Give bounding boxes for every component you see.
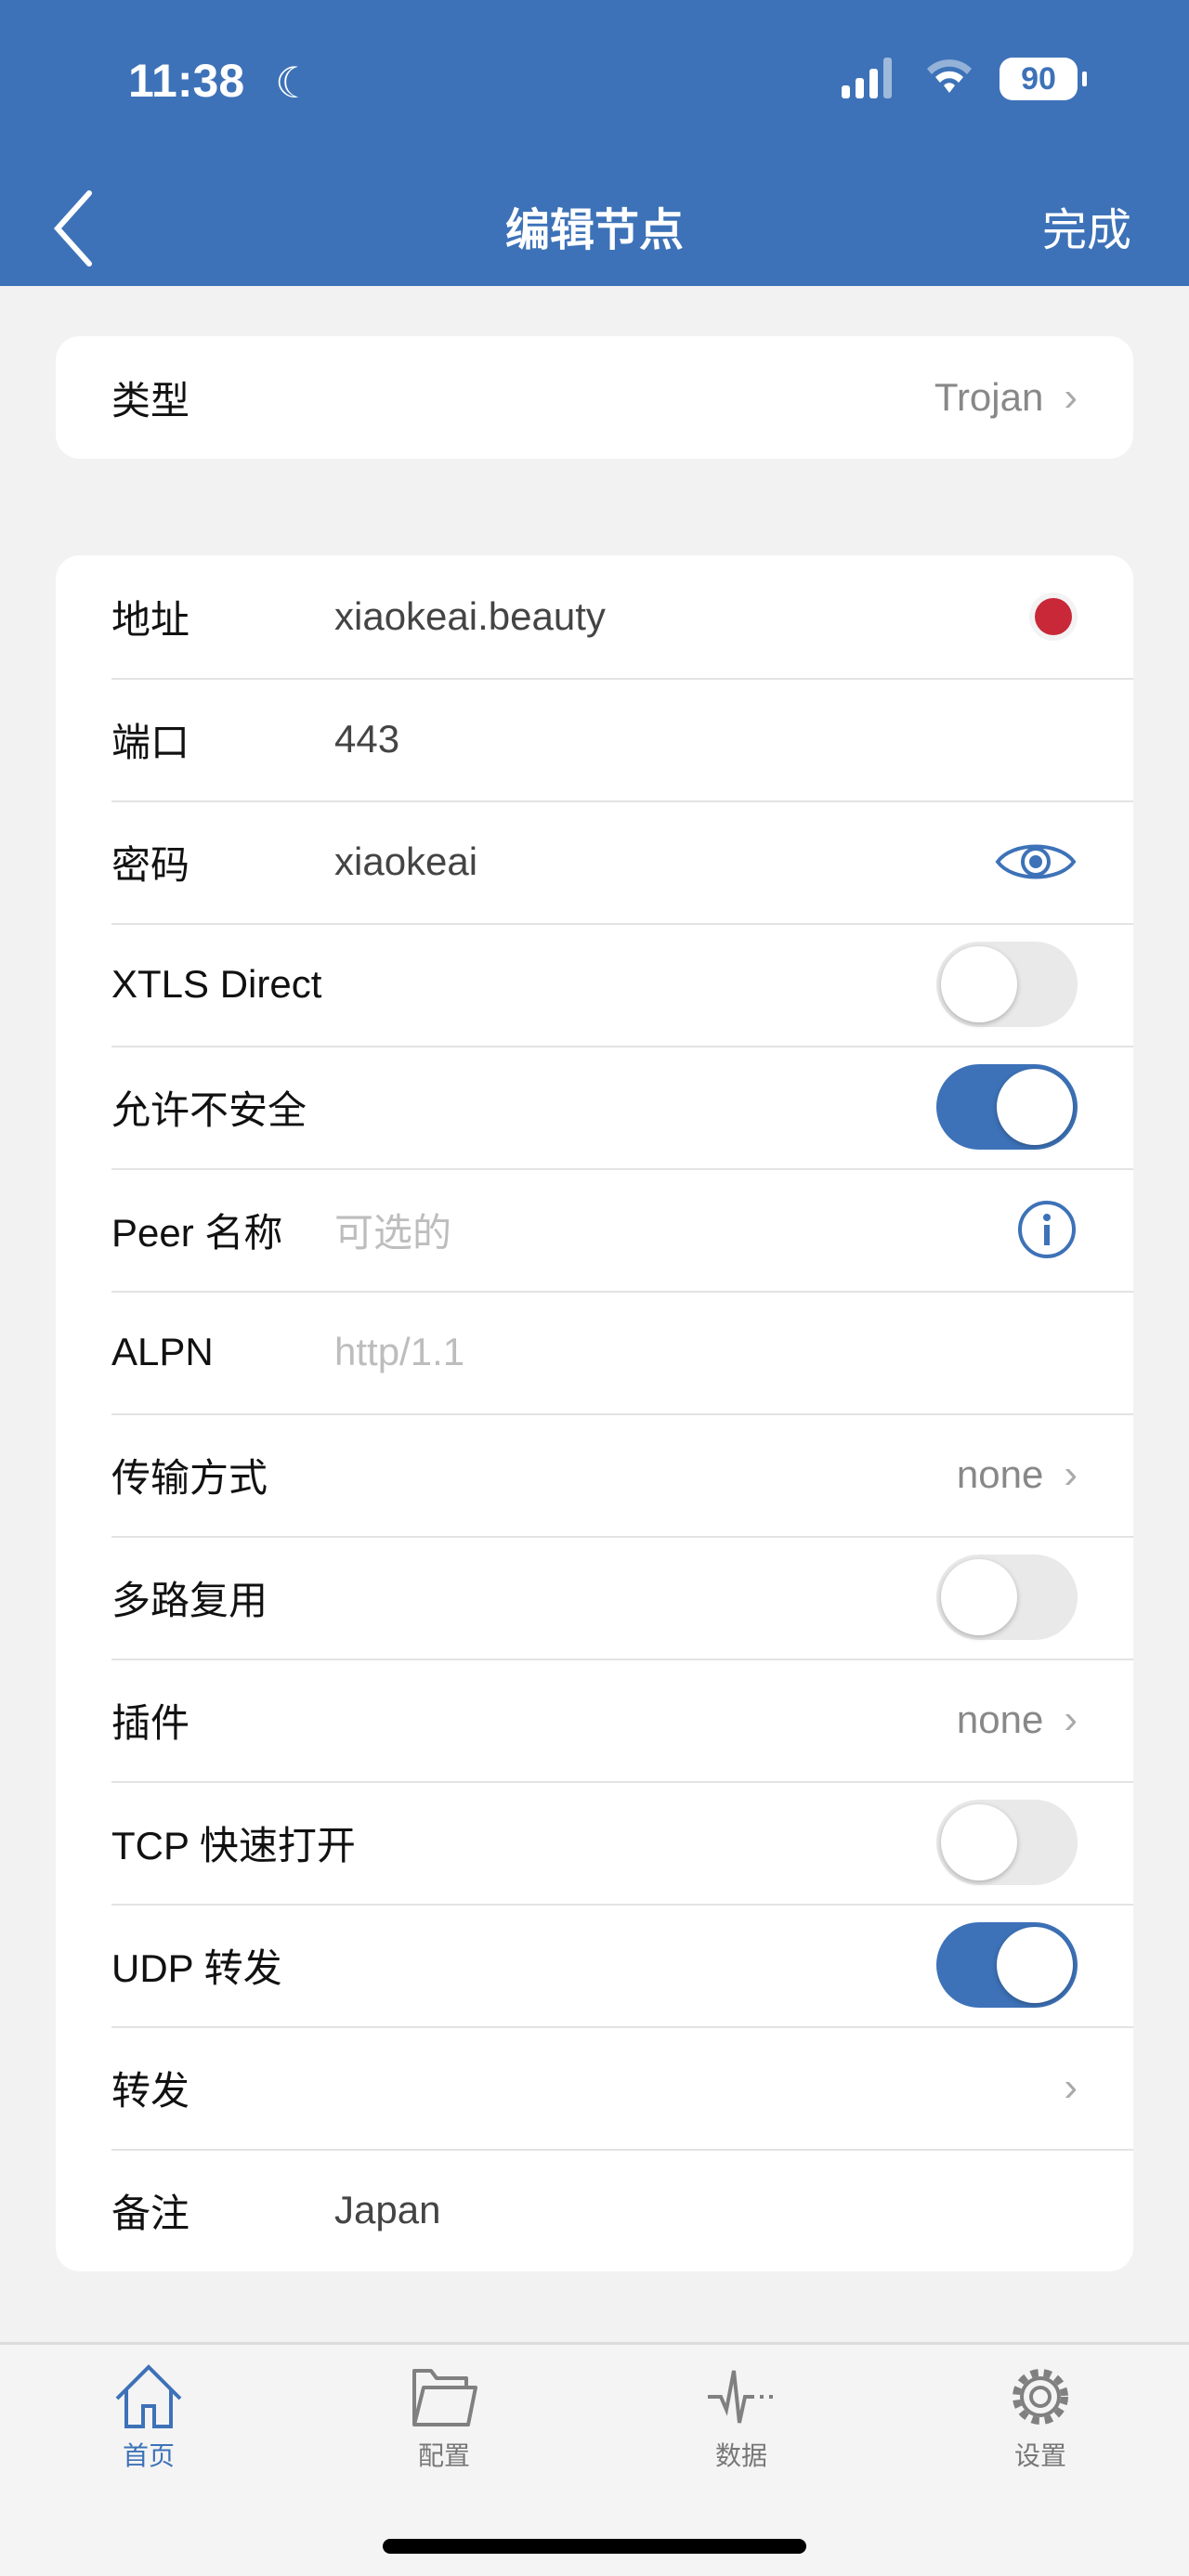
alpn-label: ALPN: [111, 1330, 214, 1373]
tab-data[interactable]: 数据: [667, 2363, 816, 2473]
chevron-right-icon: ›: [1064, 2064, 1078, 2110]
insecure-row: 允许不安全: [56, 1046, 1133, 1168]
tab-settings-label: 设置: [1013, 2441, 1066, 2470]
done-button[interactable]: 完成: [1042, 193, 1131, 258]
wifi-icon: [927, 59, 972, 93]
tab-data-label: 数据: [714, 2441, 767, 2470]
mux-toggle[interactable]: [936, 1555, 1078, 1640]
moon-icon: ☾: [275, 59, 314, 107]
remark-input[interactable]: Japan: [334, 2188, 1078, 2232]
tab-config-label: 配置: [417, 2441, 470, 2470]
transport-label: 传输方式: [111, 1455, 268, 1500]
chevron-right-icon: ›: [1064, 374, 1078, 420]
xtls-toggle[interactable]: [936, 942, 1078, 1027]
folder-icon: [412, 2369, 477, 2426]
chevron-right-icon: ›: [1064, 1697, 1078, 1742]
address-row: 地址 xiaokeai.beauty: [56, 555, 1133, 678]
alpn-row: ALPN http/1.1: [56, 1291, 1133, 1413]
type-card: 类型 Trojan ›: [56, 336, 1133, 459]
port-row: 端口 443: [56, 678, 1133, 800]
password-label: 密码: [111, 842, 190, 887]
peer-input[interactable]: 可选的: [334, 1202, 1016, 1258]
address-label: 地址: [111, 597, 190, 642]
password-input[interactable]: xiaokeai: [334, 839, 994, 884]
remark-label: 备注: [111, 2191, 190, 2235]
port-label: 端口: [111, 720, 190, 764]
battery-icon: 90: [1000, 58, 1087, 100]
insecure-label: 允许不安全: [111, 1087, 307, 1132]
udp-row: UDP 转发: [56, 1904, 1133, 2026]
mux-row: 多路复用: [56, 1536, 1133, 1659]
type-value: Trojan: [934, 375, 1044, 419]
transport-value: none: [956, 1452, 1044, 1496]
eye-icon[interactable]: [994, 836, 1078, 888]
home-indicator: [383, 2539, 806, 2554]
tab-config[interactable]: 配置: [370, 2363, 518, 2473]
xtls-label: XTLS Direct: [111, 962, 322, 1006]
tab-home[interactable]: 首页: [74, 2363, 223, 2473]
signal-icon: [842, 58, 892, 98]
mux-label: 多路复用: [111, 1578, 268, 1622]
nav-header: 11:38 ☾ 90 编辑节点 完成: [0, 0, 1189, 286]
status-dot-icon: [1029, 592, 1078, 641]
plugin-value: none: [956, 1698, 1044, 1741]
peer-label: Peer 名称: [111, 1210, 283, 1255]
settings-card: 地址 xiaokeai.beauty 端口 443 密码 xiaokeai XT…: [56, 555, 1133, 2271]
address-input[interactable]: xiaokeai.beauty: [334, 594, 1029, 639]
plugin-label: 插件: [111, 1700, 190, 1745]
remark-row: 备注 Japan: [56, 2149, 1133, 2271]
insecure-toggle[interactable]: [936, 1064, 1078, 1150]
type-label: 类型: [111, 378, 190, 423]
plugin-row[interactable]: 插件 none ›: [56, 1659, 1133, 1781]
tfo-label: TCP 快速打开: [111, 1823, 356, 1867]
xtls-row: XTLS Direct: [56, 923, 1133, 1046]
page-title: 编辑节点: [504, 206, 684, 255]
tfo-toggle[interactable]: [936, 1800, 1078, 1885]
tab-home-label: 首页: [122, 2441, 175, 2470]
udp-label: UDP 转发: [111, 1945, 282, 1990]
transport-row[interactable]: 传输方式 none ›: [56, 1413, 1133, 1536]
gear-icon: [1013, 2369, 1068, 2425]
password-row: 密码 xiaokeai: [56, 800, 1133, 923]
status-time: 11:38: [128, 55, 245, 107]
chevron-right-icon: ›: [1064, 1451, 1078, 1497]
tab-settings[interactable]: 设置: [966, 2363, 1115, 2473]
forward-label: 转发: [111, 2068, 190, 2113]
home-icon: [115, 2364, 182, 2428]
activity-icon: [708, 2370, 773, 2424]
info-icon[interactable]: [1016, 1199, 1078, 1260]
peer-row: Peer 名称 可选的: [56, 1168, 1133, 1291]
udp-toggle[interactable]: [936, 1922, 1078, 2008]
type-row[interactable]: 类型 Trojan ›: [56, 336, 1133, 459]
alpn-input[interactable]: http/1.1: [334, 1330, 1078, 1374]
tfo-row: TCP 快速打开: [56, 1781, 1133, 1904]
port-input[interactable]: 443: [334, 717, 1078, 761]
forward-row[interactable]: 转发 ›: [56, 2026, 1133, 2149]
